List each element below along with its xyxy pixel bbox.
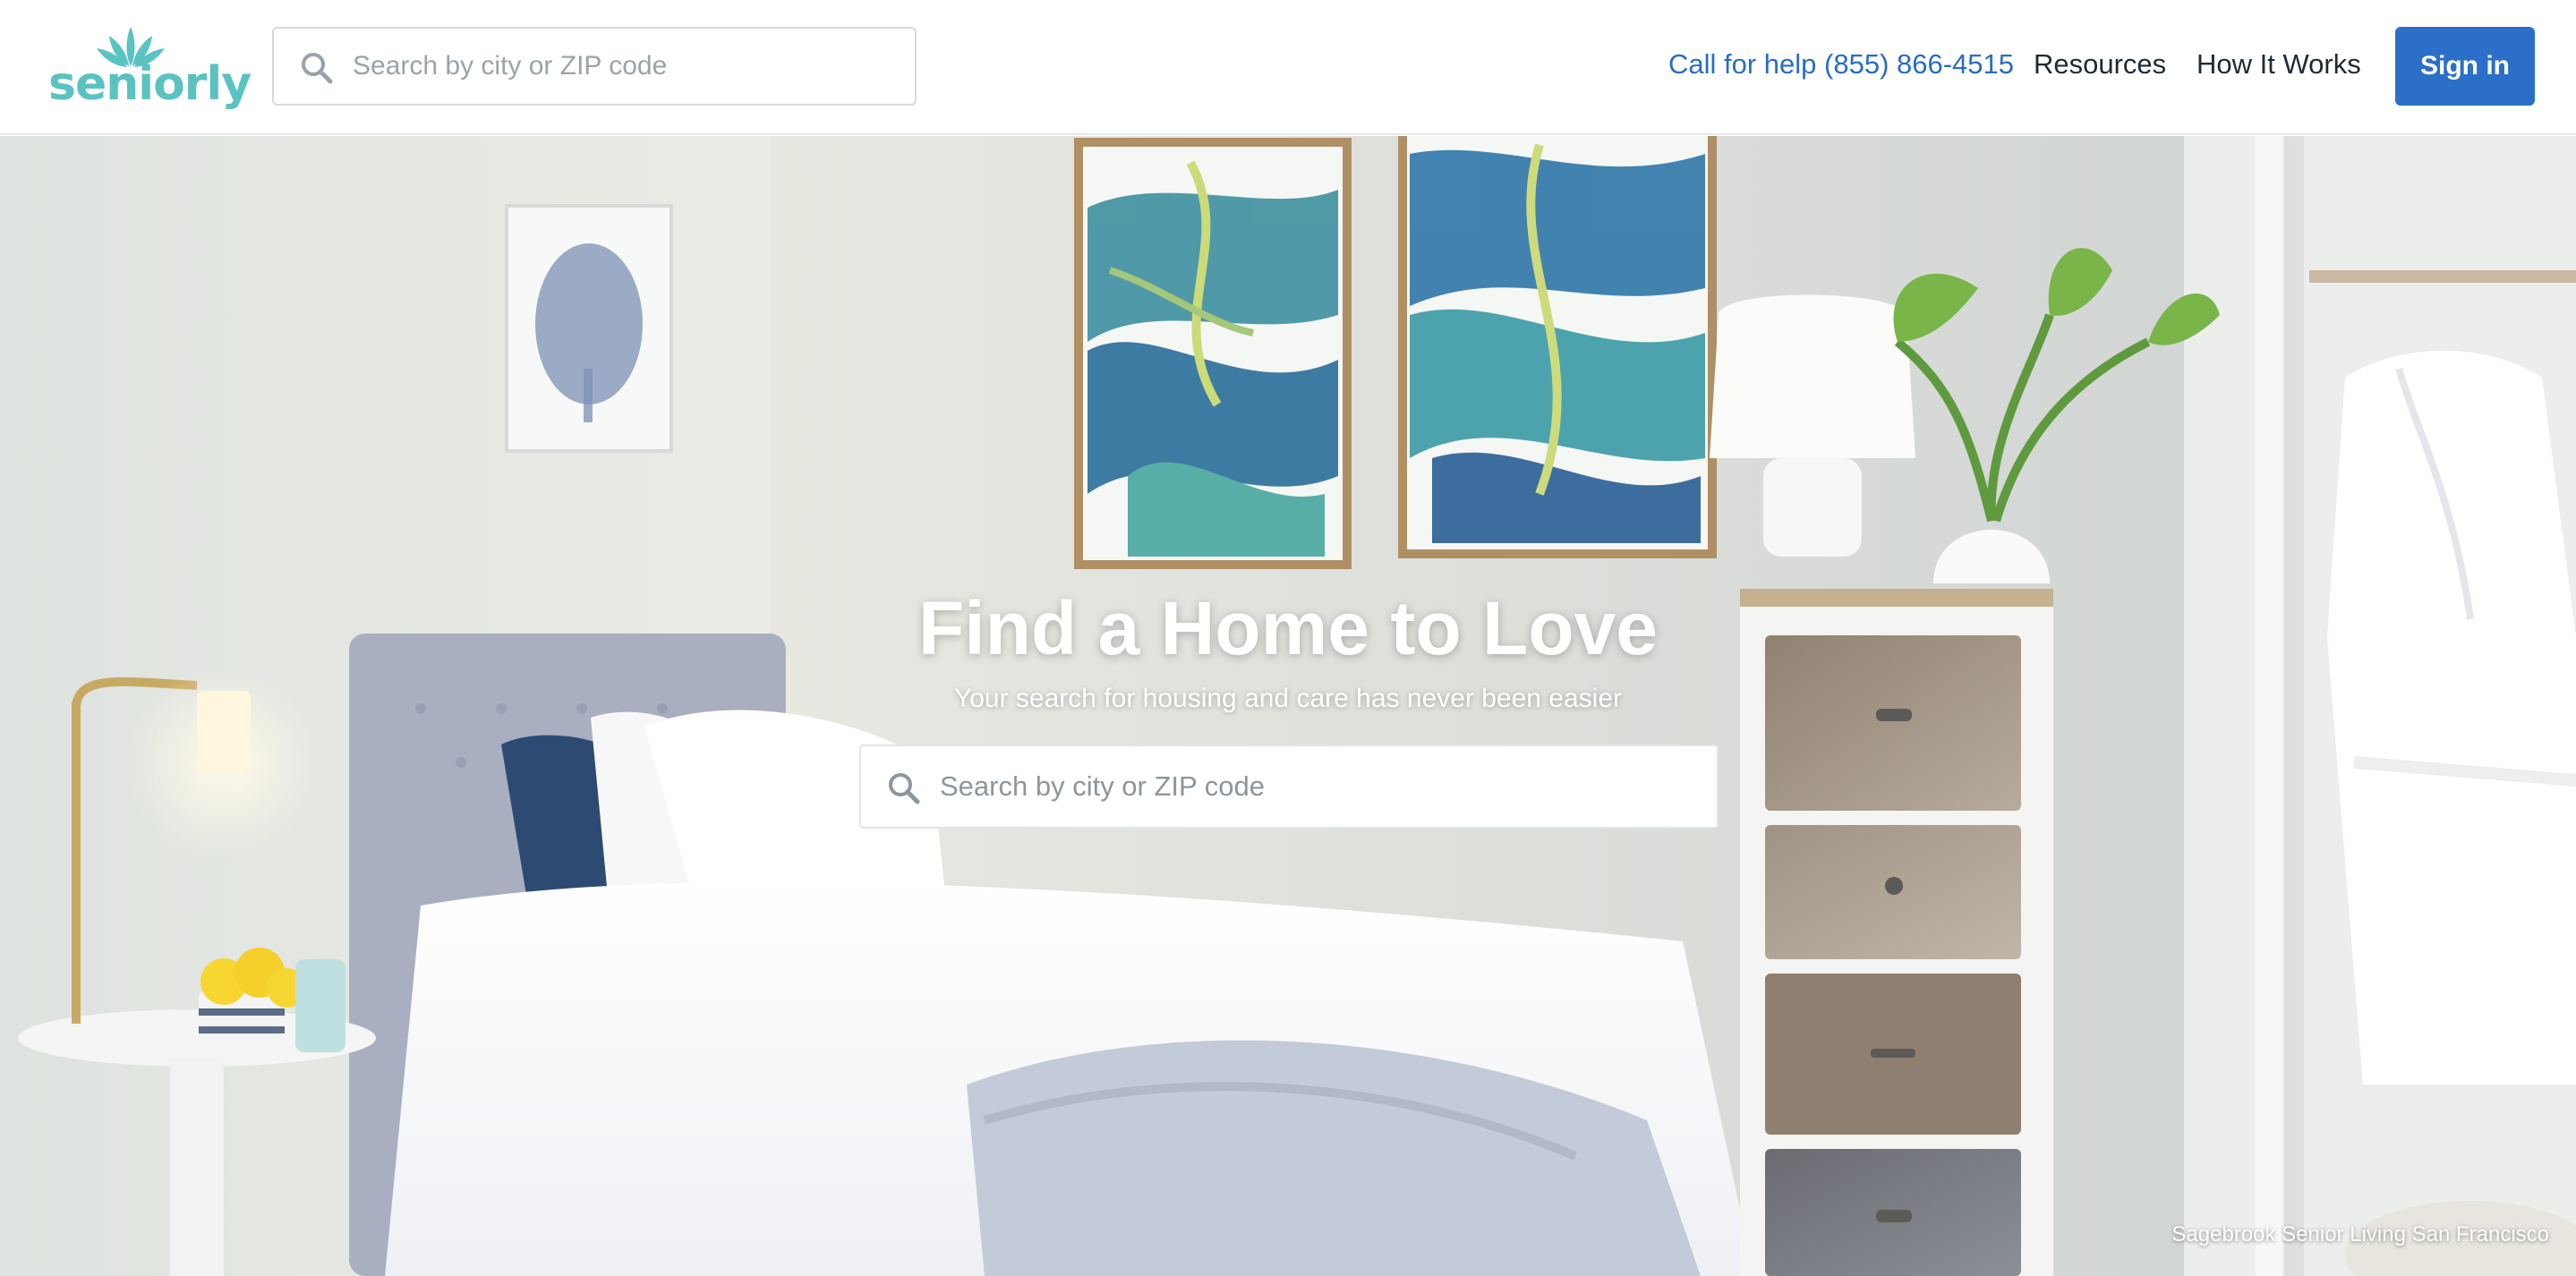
call-for-help-link[interactable]: Call for help (855) 866-4515 (1668, 48, 2014, 81)
hero-title: Find a Home to Love (917, 586, 1659, 670)
search-icon (302, 53, 333, 84)
hero-subtitle: Your search for housing and care has nev… (953, 684, 1623, 713)
site-header: seniorly Call for help (855) 866-4515 Re… (0, 0, 2576, 135)
search-icon (889, 773, 920, 804)
header-search-input[interactable] (353, 29, 899, 104)
photo-caption: Sagebrook Senior Living San Francisco (2171, 1222, 2549, 1246)
header-search-box[interactable] (272, 27, 917, 106)
nav-resources-link[interactable]: Resources (2034, 48, 2166, 81)
hero-section: Find a Home to Love Your search for hous… (0, 136, 2576, 1276)
logo-wordmark: seniorly (48, 57, 252, 111)
hero-search-box[interactable] (859, 744, 1719, 829)
hero-search-input[interactable] (940, 746, 1701, 827)
sign-in-button[interactable]: Sign in (2395, 27, 2535, 106)
seniorly-logo[interactable]: seniorly (48, 23, 252, 113)
nav-how-it-works-link[interactable]: How It Works (2196, 48, 2361, 81)
